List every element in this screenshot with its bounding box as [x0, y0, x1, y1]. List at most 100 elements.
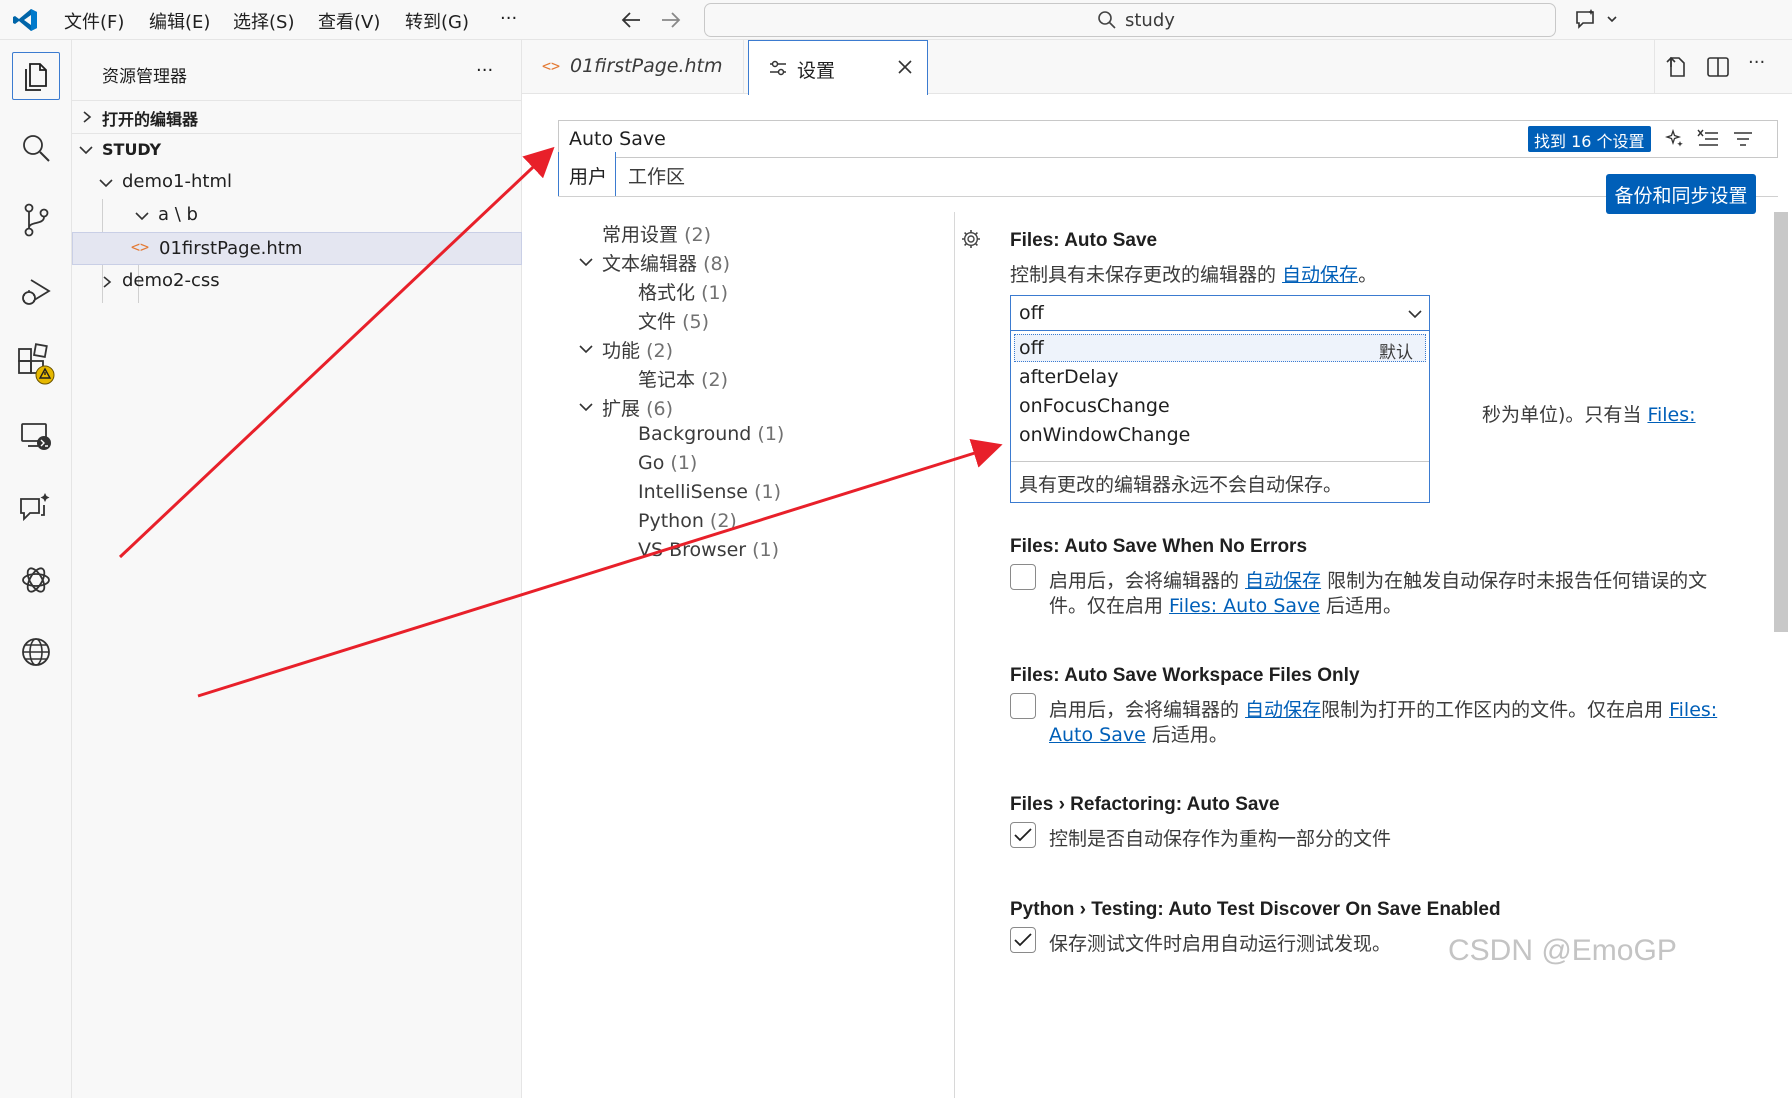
activity-search[interactable]	[12, 124, 60, 172]
openai-icon	[22, 567, 50, 593]
scope-tab-label: 用户	[569, 166, 608, 188]
default-tag: 默认	[1379, 343, 1413, 363]
auto-save-select[interactable]: off	[1010, 295, 1430, 331]
more-actions-button[interactable]: ···	[1748, 52, 1765, 73]
toc-item-notebook[interactable]: 笔记本 (2)	[638, 365, 728, 392]
toc-item-go[interactable]: Go (1)	[638, 452, 697, 474]
workspace-root[interactable]: STUDY	[72, 134, 522, 166]
checkmark-icon	[1014, 828, 1032, 842]
setting-description: Auto Save 后适用。	[1049, 724, 1228, 746]
vscode-logo-icon	[13, 9, 37, 31]
toc-item-text-editor[interactable]: 文本编辑器 (8)	[602, 249, 730, 276]
toc-item-formatting[interactable]: 格式化 (1)	[638, 278, 728, 305]
menu-selection[interactable]: 选择(S)	[233, 8, 294, 34]
activity-openai[interactable]	[12, 556, 60, 604]
close-icon[interactable]	[897, 59, 913, 75]
menu-file[interactable]: 文件(F)	[64, 8, 124, 34]
chat-sparkle-icon	[20, 493, 50, 522]
chevron-down-icon	[579, 403, 593, 412]
chevron-down-icon	[1408, 310, 1422, 319]
chevron-down-icon	[99, 179, 113, 188]
found-settings-badge: 找到 16 个设置	[1528, 126, 1651, 152]
ai-search-sparkle-icon[interactable]	[1665, 129, 1685, 149]
back-arrow-icon[interactable]	[620, 10, 642, 30]
toc-item-files[interactable]: 文件 (5)	[638, 307, 709, 334]
toc-item-vs-browser[interactable]: VS Browser (1)	[638, 539, 779, 561]
html-file-icon: <>	[131, 238, 150, 256]
toc-item-python[interactable]: Python (2)	[638, 510, 737, 532]
activity-run-debug[interactable]	[12, 268, 60, 316]
settings-search-value: Auto Save	[569, 128, 666, 150]
toc-item-intellisense[interactable]: IntelliSense (1)	[638, 481, 781, 503]
clear-filter-list-icon[interactable]	[1697, 129, 1719, 149]
open-settings-json-icon[interactable]	[1664, 55, 1688, 79]
auto-save-link[interactable]: 自动保存	[1282, 264, 1358, 286]
explorer-more-button[interactable]: ···	[476, 60, 493, 81]
toc-item-features[interactable]: 功能 (2)	[602, 336, 673, 363]
tab-settings[interactable]: 设置	[748, 40, 928, 95]
chevron-down-icon	[579, 345, 593, 354]
search-icon	[23, 135, 50, 162]
setting-description: 启用后，会将编辑器的 自动保存限制为打开的工作区内的文件。仅在启用 Files:	[1049, 699, 1718, 721]
setting-title: Files: Auto Save	[1010, 230, 1158, 251]
activity-extensions[interactable]	[12, 340, 60, 388]
files-icon	[25, 63, 47, 91]
activity-remote-explorer[interactable]	[12, 412, 60, 460]
tree-item-01firstpage[interactable]: <> 01firstPage.htm	[72, 232, 522, 265]
dropdown-option-onwindowchange[interactable]: onWindowChange	[1019, 424, 1190, 446]
chevron-down-icon	[135, 212, 149, 221]
activity-explorer[interactable]	[12, 52, 60, 100]
open-editors-label: 打开的编辑器	[102, 110, 199, 129]
python-testing-checkbox[interactable]	[1010, 927, 1036, 953]
chevron-right-icon	[83, 111, 92, 123]
tree-item-demo1-html[interactable]: demo1-html	[72, 166, 522, 199]
settings-scrollbar[interactable]	[1774, 212, 1788, 632]
tab-label: 设置	[797, 60, 836, 82]
dropdown-option-afterdelay[interactable]: afterDelay	[1019, 366, 1118, 388]
open-editors-section[interactable]: 打开的编辑器	[72, 101, 522, 133]
dropdown-option-onfocuschange[interactable]: onFocusChange	[1019, 395, 1170, 417]
scope-tab-user[interactable]: 用户	[558, 152, 616, 197]
gear-icon[interactable]	[960, 228, 982, 250]
activity-chat[interactable]	[12, 484, 60, 532]
editor-area: <> 01firstPage.htm 设置 ··· Auto Save 找到 1…	[522, 40, 1792, 1098]
toc-item-extensions[interactable]: 扩展 (6)	[602, 394, 673, 421]
workspace-only-checkbox[interactable]	[1010, 693, 1036, 719]
refactoring-checkbox[interactable]	[1010, 822, 1036, 848]
no-errors-checkbox[interactable]	[1010, 564, 1036, 590]
tree-item-demo2-css[interactable]: demo2-css	[72, 265, 522, 298]
scope-tab-workspace[interactable]: 工作区	[628, 162, 685, 198]
setting-description: 控制具有未保存更改的编辑器的 自动保存。	[1010, 264, 1378, 286]
filter-icon[interactable]	[1733, 130, 1753, 148]
chevron-down-icon	[79, 146, 93, 155]
tree-item-a-b[interactable]: a \ b	[72, 199, 522, 232]
command-center-text: study	[1125, 10, 1175, 31]
tree-item-label: demo1-html	[122, 171, 232, 192]
split-editor-icon[interactable]	[1706, 55, 1730, 79]
toc-item-commonly-used[interactable]: 常用设置 (2)	[602, 220, 711, 247]
workspace-root-label: STUDY	[102, 140, 162, 159]
dropdown-option-off[interactable]: off 默认	[1014, 334, 1426, 363]
backup-sync-button[interactable]: 备份和同步设置	[1606, 174, 1756, 214]
menu-edit[interactable]: 编辑(E)	[149, 8, 210, 34]
setting-title: Files: Auto Save Workspace Files Only	[1010, 665, 1360, 686]
option-description: 具有更改的编辑器永远不会自动保存。	[1019, 474, 1343, 496]
settings-search-input[interactable]: Auto Save 找到 16 个设置	[558, 120, 1778, 158]
menu-more[interactable]: ···	[500, 8, 517, 29]
toc-item-background[interactable]: Background (1)	[638, 423, 784, 445]
forward-arrow-icon[interactable]	[660, 10, 682, 30]
scope-tab-label: 工作区	[628, 166, 686, 188]
copilot-chat-icon[interactable]	[1574, 8, 1622, 32]
menu-go[interactable]: 转到(G)	[405, 8, 469, 34]
source-control-icon	[24, 203, 49, 237]
command-center[interactable]: study	[704, 3, 1556, 37]
setting-title: Python › Testing: Auto Test Discover On …	[1010, 899, 1501, 920]
run-debug-icon	[22, 279, 51, 305]
menu-view[interactable]: 查看(V)	[318, 8, 380, 34]
activity-source-control[interactable]	[12, 196, 60, 244]
title-bar: 文件(F) 编辑(E) 选择(S) 查看(V) 转到(G) ··· study	[0, 0, 1792, 40]
activity-browser[interactable]	[12, 628, 60, 676]
tab-01firstpage[interactable]: <> 01firstPage.htm	[522, 40, 744, 94]
chevron-right-icon	[103, 276, 112, 288]
tab-label: 01firstPage.htm	[570, 55, 723, 77]
